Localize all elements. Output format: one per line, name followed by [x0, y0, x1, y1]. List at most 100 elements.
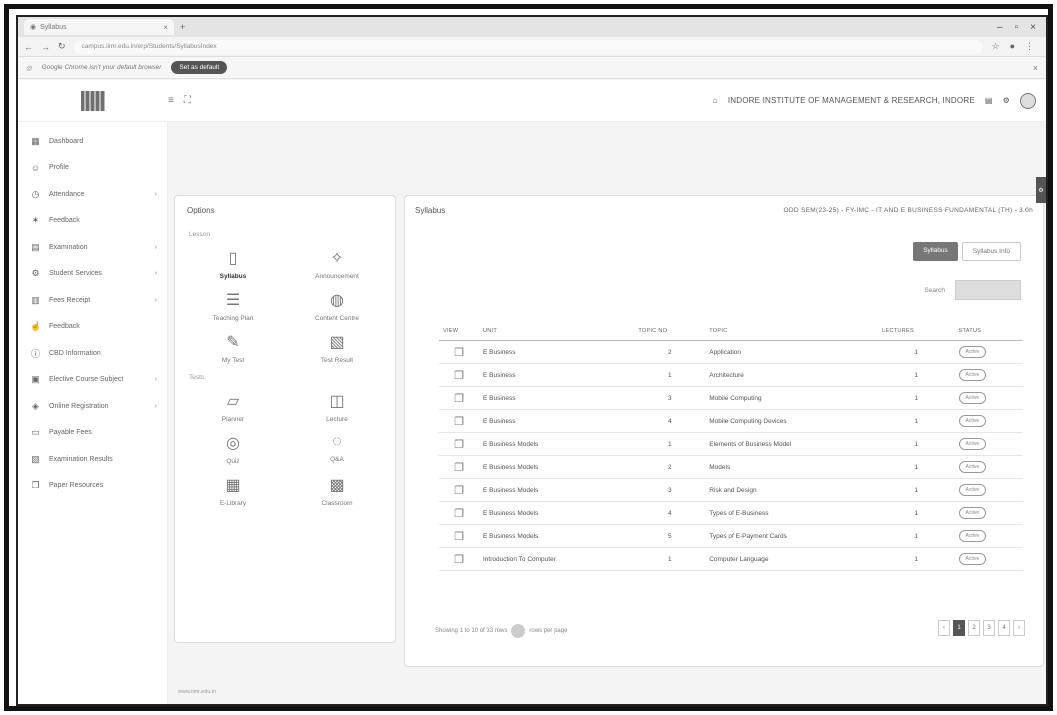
status-badge[interactable]: Active: [958, 461, 987, 473]
status-badge[interactable]: Active: [958, 530, 987, 542]
page-button[interactable]: ›: [1013, 620, 1025, 636]
options-section-lesson: Lesson: [189, 231, 210, 238]
row-count-text: Showing 1 to 10 of 33 rows: [435, 628, 508, 634]
topic-cell: Elements of Business Model: [705, 432, 879, 456]
avatar[interactable]: [1020, 92, 1036, 109]
option-item[interactable]: ☰ Teaching Plan: [181, 290, 285, 322]
column-header[interactable]: STATUS: [954, 322, 1023, 341]
view-document-icon[interactable]: ❐: [439, 455, 479, 479]
option-item[interactable]: ▦ E-Library: [181, 475, 285, 507]
window-close-icon[interactable]: ×: [1030, 22, 1036, 33]
option-item[interactable]: ▱ Planner: [181, 391, 285, 423]
page-button[interactable]: 3: [983, 620, 995, 636]
option-item[interactable]: ✎ My Test: [181, 332, 285, 364]
back-icon[interactable]: ←: [24, 42, 33, 52]
menu-icon[interactable]: ⋮: [1025, 41, 1034, 52]
menu-toggle-icon[interactable]: ≡: [168, 95, 174, 106]
lectures-cell: 1: [878, 478, 955, 502]
sidebar-item[interactable]: ▧ Examination Results: [18, 446, 167, 473]
sidebar-item[interactable]: ▭ Payable Fees: [18, 420, 167, 447]
sidebar-item[interactable]: ◈ Online Registration ›: [18, 393, 167, 420]
sidebar-item[interactable]: ▣ Elective Course Subject ›: [18, 367, 167, 394]
settings-side-tab[interactable]: ⚙: [1036, 177, 1046, 203]
sidebar-item[interactable]: ⚙ Student Services ›: [18, 261, 167, 288]
sidebar-item[interactable]: ▦ Dashboard: [18, 128, 167, 155]
page-button[interactable]: 1: [953, 620, 965, 636]
lectures-cell: 1: [878, 501, 955, 525]
page-button[interactable]: ‹: [938, 620, 950, 636]
view-document-icon[interactable]: ❐: [439, 432, 479, 456]
syllabus-info-button[interactable]: Syllabus Info: [961, 242, 1021, 261]
sidebar-item[interactable]: ☺ Profile: [18, 155, 167, 182]
status-badge[interactable]: Active: [958, 392, 987, 404]
settings-icon[interactable]: ⚙: [1003, 96, 1010, 105]
option-item[interactable]: ◌ Q&A: [285, 433, 389, 465]
sidebar-item-label: Payable Fees: [49, 429, 92, 437]
sidebar-item[interactable]: ✶ Feedback: [18, 208, 167, 235]
column-header[interactable]: VIEW: [439, 322, 479, 341]
set-default-button[interactable]: Set as default: [171, 61, 228, 74]
browser-tab[interactable]: ◉ Syllabus ×: [24, 19, 174, 35]
view-document-icon[interactable]: ❐: [439, 386, 479, 410]
sidebar-item[interactable]: ◷ Attendance ›: [18, 181, 167, 208]
option-item[interactable]: ▯ Syllabus: [181, 248, 285, 280]
profile-icon[interactable]: ●: [1010, 41, 1015, 52]
column-header[interactable]: TOPIC: [705, 322, 879, 341]
institute-logo[interactable]: [81, 90, 105, 111]
status-badge[interactable]: Active: [958, 369, 987, 381]
forward-icon[interactable]: →: [41, 42, 50, 52]
clock-icon: ◷: [31, 188, 40, 199]
view-document-icon[interactable]: ❐: [439, 340, 479, 364]
option-item[interactable]: ◫ Lecture: [285, 391, 389, 423]
sidebar-item[interactable]: ▥ Fees Receipt ›: [18, 287, 167, 314]
sidebar-item[interactable]: ⓘ CBD Information: [18, 340, 167, 367]
page-button[interactable]: 4: [998, 620, 1010, 636]
reload-icon[interactable]: ↻: [58, 41, 66, 52]
view-document-icon[interactable]: ❐: [439, 547, 479, 571]
option-item[interactable]: ▩ Classroom: [285, 475, 389, 507]
options-grid-tests: ▱ Planner ◫ Lecture ◎ Quiz ◌ Q&A ▦ E-Library…: [175, 387, 395, 511]
status-badge[interactable]: Active: [958, 553, 987, 565]
bookmark-icon[interactable]: ☆: [991, 41, 999, 52]
search-input[interactable]: [955, 280, 1021, 300]
page-button[interactable]: 2: [968, 620, 980, 636]
option-label: Content Centre: [314, 315, 360, 322]
view-document-icon[interactable]: ❐: [439, 524, 479, 548]
fullscreen-icon[interactable]: ⛶: [184, 95, 191, 106]
column-header[interactable]: TOPIC NO: [634, 322, 706, 341]
restore-icon[interactable]: ▫: [1015, 22, 1019, 33]
url-text: campus.iimr.edu.in/erp/Students/Syllabus…: [81, 43, 217, 50]
status-badge[interactable]: Active: [958, 507, 987, 519]
status-badge[interactable]: Active: [958, 484, 987, 496]
status-badge[interactable]: Active: [958, 415, 987, 427]
syllabus-button[interactable]: Syllabus: [913, 242, 958, 261]
option-item[interactable]: ◍ Content Centre: [285, 290, 389, 322]
option-item[interactable]: ✧ Announcement: [285, 248, 389, 280]
view-document-icon[interactable]: ❐: [439, 478, 479, 502]
view-document-icon[interactable]: ❐: [439, 501, 479, 525]
infobar-close-icon[interactable]: ×: [1033, 63, 1038, 73]
chevron-right-icon: ›: [154, 190, 157, 198]
per-page-select[interactable]: [511, 624, 526, 638]
chevron-right-icon: ›: [154, 270, 157, 278]
status-badge[interactable]: Active: [958, 438, 987, 450]
view-document-icon[interactable]: ❐: [439, 409, 479, 433]
option-item[interactable]: ◎ Quiz: [181, 433, 285, 465]
notes-icon[interactable]: ▤: [985, 96, 993, 105]
sidebar-item[interactable]: ☝ Feedback: [18, 314, 167, 341]
settings-icon: ⚙: [31, 268, 40, 279]
view-document-icon[interactable]: ❐: [439, 363, 479, 387]
options-section-tests: Tests: [189, 374, 205, 381]
topic-cell: Application: [705, 340, 879, 364]
url-field[interactable]: campus.iimr.edu.in/erp/Students/Syllabus…: [73, 39, 984, 54]
minimize-icon[interactable]: –: [997, 22, 1003, 33]
tab-close-icon[interactable]: ×: [163, 23, 168, 32]
sidebar-item[interactable]: ▤ Examination ›: [18, 234, 167, 261]
option-item[interactable]: ▧ Test Result: [285, 332, 389, 364]
unit-cell: E Business Models: [479, 524, 635, 548]
column-header[interactable]: LECTURES: [878, 322, 955, 341]
sidebar-item[interactable]: ❐ Paper Resources: [18, 473, 167, 500]
status-badge[interactable]: Active: [958, 346, 987, 358]
column-header[interactable]: UNIT: [479, 322, 635, 341]
new-tab-icon[interactable]: +: [180, 22, 185, 32]
